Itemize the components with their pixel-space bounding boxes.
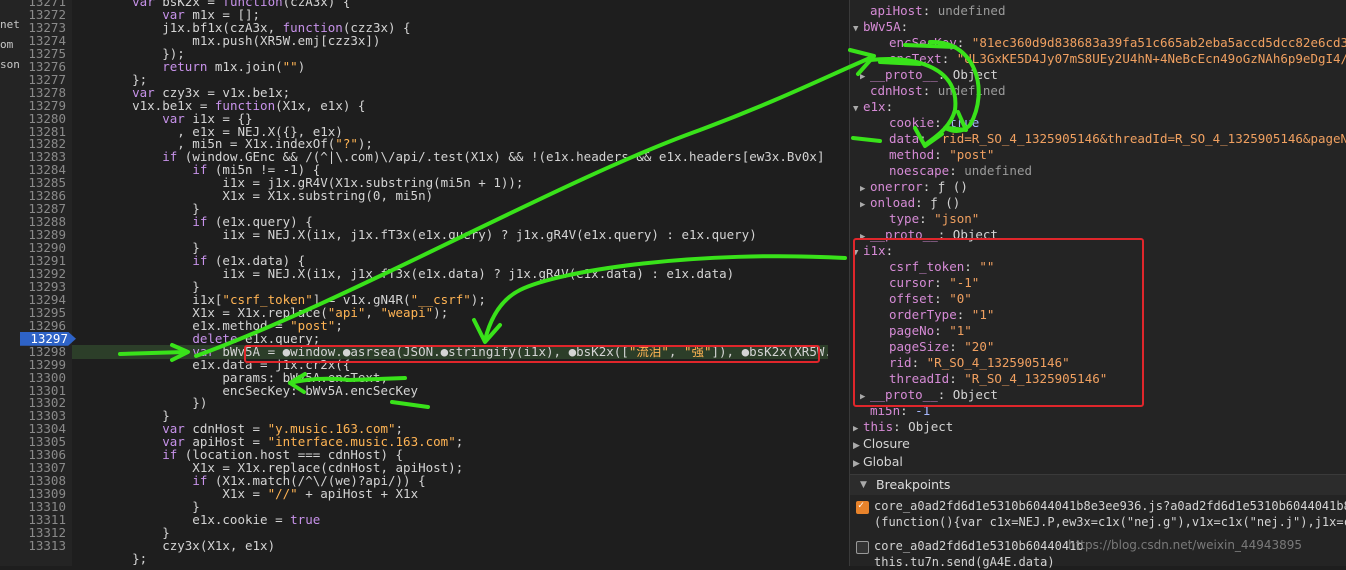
scope-global-label: Global — [863, 454, 903, 469]
code-line[interactable]: }; — [102, 551, 147, 566]
scope-property-separator: : — [922, 179, 938, 194]
scope-property-value: undefined — [937, 83, 1006, 98]
scope-property-separator: : — [934, 147, 950, 162]
scope-property-row[interactable]: encSecKey: "81ec360d9d838683a39fa51c665a… — [879, 35, 1346, 51]
scope-property-key: cookie — [889, 115, 935, 130]
scope-property-separator: : — [937, 67, 953, 82]
scope-property-separator: : — [949, 163, 965, 178]
scope-property-row[interactable]: ▶ onload: ƒ () — [860, 195, 960, 211]
collapse-triangle-icon: ▼ — [860, 480, 867, 490]
scope-property-separator: : — [900, 19, 909, 34]
scope-property-key: cdnHost — [870, 83, 923, 98]
scope-property-row[interactable]: ▼ bWv5A: — [853, 19, 908, 35]
scope-property-separator: : — [919, 211, 935, 226]
highlight-box-encrypt-call — [244, 345, 820, 363]
breakpoint-checkbox[interactable] — [856, 541, 869, 554]
scope-property-row[interactable]: ▶ this: Object — [853, 419, 953, 435]
scope-closure[interactable]: ▶ Closure — [853, 436, 910, 452]
scope-property-value: Object — [908, 419, 954, 434]
scope-property-row[interactable]: apiHost: undefined — [860, 3, 1005, 19]
scope-property-separator: : — [922, 83, 938, 98]
scope-property-value: ƒ () — [937, 179, 968, 194]
scope-property-value: "rid=R_SO_4_1325905146&threadId=R_SO_4_1… — [934, 131, 1346, 146]
scope-property-key: bWv5A — [863, 19, 901, 34]
breakpoint-code-preview[interactable]: this.tu7n.send(gA4E.data) — [874, 554, 1055, 570]
scope-property-row[interactable]: ▼ e1x: — [853, 99, 893, 115]
scope-property-value: Object — [952, 67, 998, 82]
scope-property-row[interactable]: method: "post" — [879, 147, 994, 163]
scope-closure-label: Closure — [863, 436, 910, 451]
source-code-editor[interactable]: var bsK2x = function(czA3x) { var m1x = … — [72, 0, 828, 566]
scope-property-separator: : — [922, 3, 938, 18]
breakpoint-checkbox[interactable] — [856, 500, 869, 514]
scope-property-key: onerror — [870, 179, 923, 194]
scope-property-row[interactable]: ▶ onerror: ƒ () — [860, 179, 968, 195]
scope-property-row[interactable]: noescape: undefined — [879, 163, 1032, 179]
left-strip-label: net — [0, 18, 20, 31]
highlight-box-i1x-object — [853, 238, 1144, 407]
scope-property-key: method — [889, 147, 935, 162]
scope-property-value: "81ec360d9d838683a39fa51c665ab2eba5accd5… — [971, 35, 1346, 50]
expand-triangle-icon[interactable]: ▶ — [853, 438, 863, 454]
scope-property-separator: : — [893, 419, 909, 434]
scope-property-value: "post" — [949, 147, 995, 162]
scope-property-key: apiHost — [870, 3, 923, 18]
scope-property-value: "json" — [934, 211, 980, 226]
line-number[interactable]: 13313 — [28, 538, 66, 553]
scope-property-separator: : — [934, 115, 950, 130]
scope-property-row[interactable]: cdnHost: undefined — [860, 83, 1005, 99]
breakpoint-file[interactable]: core_a0ad2fd6d1e5310b6044041b — [874, 538, 1084, 554]
scope-property-key: __proto__ — [870, 67, 938, 82]
breakpoint-code-preview[interactable]: (function(){var c1x=NEJ.P,ew3x=c1x("nej.… — [874, 514, 1346, 530]
scope-property-value: true — [949, 115, 980, 130]
expand-triangle-icon[interactable]: ▼ — [853, 21, 863, 37]
scope-property-row[interactable]: encText: "UL3GxKE5D4Jy07mS8UEy2U4hN+4NeB… — [879, 51, 1346, 67]
expand-triangle-icon[interactable]: ▶ — [860, 197, 870, 213]
scope-property-key: encText — [889, 51, 942, 66]
scope-property-value: undefined — [964, 163, 1033, 178]
breakpoint-file[interactable]: core_a0ad2fd6d1e5310b6044041b8e3ee936.js… — [874, 498, 1346, 514]
scope-property-key: this — [863, 419, 894, 434]
code-line[interactable]: i1x = NEJ.X(i1x, j1x.fT3x(e1x.query) ? j… — [102, 228, 756, 242]
left-strip-label: son — [0, 58, 20, 71]
left-strip-label: om — [0, 38, 14, 51]
scope-property-row[interactable]: data: "rid=R_SO_4_1325905146&threadId=R_… — [879, 131, 1346, 147]
scope-global[interactable]: ▶ Global — [853, 454, 903, 470]
expand-triangle-icon[interactable]: ▶ — [853, 421, 863, 437]
scope-property-key: e1x — [863, 99, 886, 114]
scope-property-row[interactable]: cookie: true — [879, 115, 979, 131]
left-panel-strip: net om son — [0, 0, 22, 566]
scope-property-key: type — [889, 211, 920, 226]
scope-property-key: encSecKey — [889, 35, 957, 50]
line-number[interactable]: 13296 — [28, 318, 66, 333]
scope-property-value: undefined — [937, 3, 1006, 18]
scope-property-separator: : — [915, 195, 931, 210]
panel-separator — [828, 0, 850, 566]
scope-property-separator: : — [956, 35, 972, 50]
expand-triangle-icon[interactable]: ▶ — [853, 456, 863, 472]
breakpoints-title: Breakpoints — [876, 477, 951, 492]
scope-property-key: data — [889, 131, 920, 146]
scope-property-value: ƒ () — [930, 195, 961, 210]
scope-property-separator: : — [885, 99, 894, 114]
watermark-url: https://blog.csdn.net/weixin_44943895 — [1068, 538, 1303, 552]
scope-property-separator: : — [919, 131, 935, 146]
scope-property-value: "UL3GxKE5D4Jy07mS8UEy2U4hN+4NeBcEcn49oGz… — [956, 51, 1346, 66]
scope-property-key: onload — [870, 195, 916, 210]
scope-property-separator: : — [941, 51, 957, 66]
breakpoints-section-header[interactable]: ▼ Breakpoints — [850, 474, 1346, 495]
scope-property-key: noescape — [889, 163, 950, 178]
expand-triangle-icon[interactable]: ▼ — [853, 101, 863, 117]
scope-property-row[interactable]: type: "json" — [879, 211, 979, 227]
scope-property-row[interactable]: ▶ __proto__: Object — [860, 67, 998, 83]
line-number-gutter[interactable]: 13271 13272 13273 13274 13275 13276 13277 13278… — [20, 0, 76, 566]
